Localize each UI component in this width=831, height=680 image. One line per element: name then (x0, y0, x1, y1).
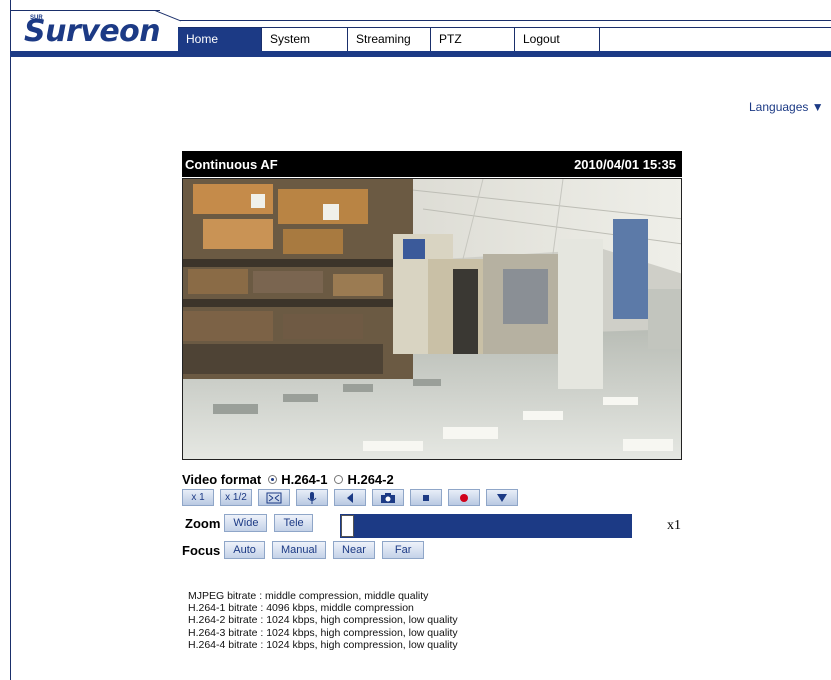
surveon-logo: SUR Surveon (24, 14, 161, 49)
nav-ptz[interactable]: PTZ (431, 28, 515, 51)
nav-system[interactable]: System (262, 28, 348, 51)
video-header: Continuous AF 2010/04/01 15:35 (182, 151, 682, 177)
record-icon (460, 493, 468, 502)
video-toolbar: x 1 x 1/2 (182, 489, 524, 506)
logo-text: Surveon (24, 14, 161, 49)
zoom-wide-button[interactable]: Wide (224, 514, 268, 532)
x12-label: x 1/2 (225, 492, 247, 503)
h264-1-label[interactable]: H.264-1 (281, 472, 327, 487)
nav-streaming[interactable]: Streaming (348, 28, 431, 51)
zoom-label: Zoom (185, 515, 221, 531)
microphone-button[interactable] (296, 489, 328, 506)
h264-2-radio[interactable] (334, 475, 344, 484)
frame-top-rule-right (180, 20, 831, 21)
focus-far-button[interactable]: Far (381, 541, 425, 559)
nav-underline-bar (10, 51, 831, 57)
nav-logout[interactable]: Logout (515, 28, 600, 51)
zoom-level-readout: x1 (667, 518, 681, 533)
zoom-slider-thumb[interactable] (341, 515, 354, 537)
bitrate-line: H.264-4 bitrate : 1024 kbps, high compre… (188, 638, 458, 651)
more-button[interactable] (486, 489, 518, 506)
languages-menu[interactable]: Languages ▼ (749, 100, 824, 114)
snapshot-button[interactable] (372, 489, 404, 506)
bitrate-line: H.264-1 bitrate : 4096 kbps, middle comp… (188, 602, 414, 615)
record-button[interactable] (448, 489, 480, 506)
top-nav: Home System Streaming PTZ Logout (178, 27, 831, 52)
video-datetime: 2010/04/01 15:35 (574, 157, 676, 172)
focus-label: Focus (182, 542, 221, 558)
video-format-label: Video format (182, 472, 262, 487)
nav-home[interactable]: Home (178, 28, 262, 51)
zoom-x1-button[interactable]: x 1 (182, 489, 214, 506)
speaker-icon (347, 492, 353, 503)
bitrate-line: H.264-3 bitrate : 1024 kbps, high compre… (188, 626, 458, 639)
zoom-slider-track[interactable] (340, 514, 632, 538)
chevron-down-icon (497, 493, 507, 502)
logo-mark: SUR (30, 15, 43, 21)
zoom-tele-button[interactable]: Tele (274, 514, 313, 532)
video-title: Continuous AF (185, 157, 278, 172)
h264-2-label[interactable]: H.264-2 (347, 472, 393, 487)
camera-scene-image (183, 179, 681, 459)
frame-left-rule (10, 0, 11, 680)
video-format-row: Video format H.264-1 H.264-2 (182, 472, 394, 487)
fullscreen-button[interactable] (258, 489, 290, 506)
bitrate-line: H.264-2 bitrate : 1024 kbps, high compre… (188, 614, 458, 627)
h264-1-radio[interactable] (268, 475, 278, 484)
focus-manual-button[interactable]: Manual (271, 541, 327, 559)
focus-row: Focus Auto Manual Near Far (182, 541, 431, 559)
focus-auto-button[interactable]: Auto (224, 541, 265, 559)
stop-icon (423, 494, 429, 501)
bitrate-line: MJPEG bitrate : middle compression, midd… (188, 590, 429, 602)
fullscreen-icon (266, 492, 282, 503)
speaker-button[interactable] (334, 489, 366, 506)
stop-button[interactable] (410, 489, 442, 506)
focus-near-button[interactable]: Near (333, 541, 375, 559)
bitrate-info: MJPEG bitrate : middle compression, midd… (188, 590, 458, 651)
x1-label: x 1 (191, 492, 205, 503)
zoom-half-button[interactable]: x 1/2 (220, 489, 252, 506)
zoom-row: Zoom Wide Tele (185, 514, 320, 532)
microphone-icon (307, 491, 317, 504)
live-video-view[interactable] (182, 178, 682, 460)
frame-top-rule (10, 10, 160, 11)
camera-icon (381, 492, 395, 503)
